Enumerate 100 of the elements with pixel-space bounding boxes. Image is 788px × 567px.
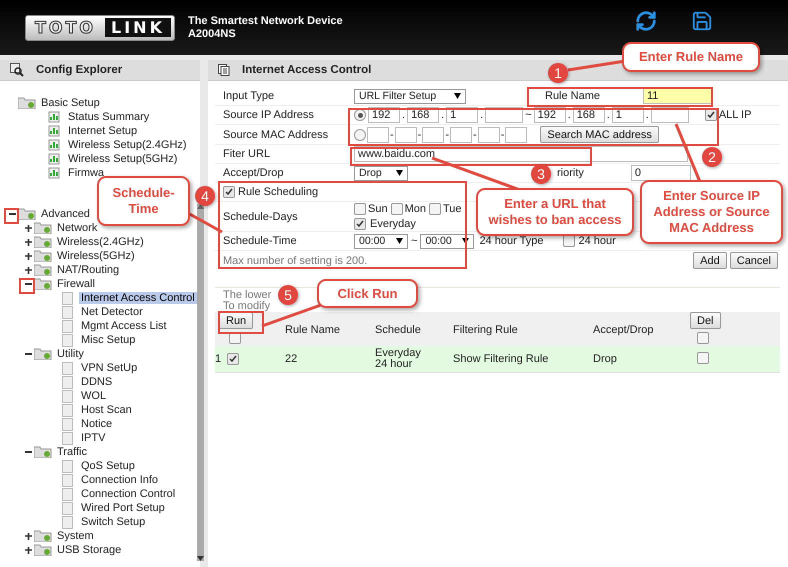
- toggle-icon[interactable]: [22, 532, 34, 540]
- scrollbar[interactable]: [196, 204, 204, 561]
- time-select[interactable]: 00:00: [420, 234, 474, 248]
- tree-item[interactable]: Net Detector: [79, 306, 145, 318]
- save-icon[interactable]: [691, 10, 713, 32]
- mac-octet-field[interactable]: [422, 126, 444, 142]
- toggle-icon[interactable]: [22, 238, 34, 246]
- callout: Schedule-Time: [97, 176, 190, 226]
- add-button[interactable]: Add: [693, 252, 727, 269]
- tree-item[interactable]: NAT/Routing: [55, 264, 122, 276]
- refresh-icon[interactable]: [635, 10, 657, 32]
- field-label: riority: [557, 167, 584, 179]
- tree-item[interactable]: Utility: [55, 348, 86, 360]
- tagline: The Smartest Network Device: [188, 14, 343, 28]
- checkbox-label: Sun: [368, 203, 388, 215]
- tree-item[interactable]: USB Storage: [55, 544, 124, 556]
- mac-octet-field[interactable]: [394, 126, 417, 142]
- tree-item[interactable]: Misc Setup: [79, 334, 138, 346]
- rule-name-field[interactable]: 11: [643, 88, 713, 104]
- checkbox[interactable]: [390, 203, 403, 215]
- tree-item[interactable]: Firmwa: [66, 167, 106, 179]
- checkbox[interactable]: [697, 332, 709, 344]
- cancel-button[interactable]: Cancel: [730, 252, 778, 269]
- tree-item[interactable]: Wireless(5GHz): [55, 250, 137, 262]
- tree-item[interactable]: DDNS: [79, 376, 114, 388]
- checkbox[interactable]: [227, 353, 240, 365]
- mac-octet-field[interactable]: [450, 126, 472, 142]
- tree-item[interactable]: Network: [55, 222, 100, 234]
- field-label: Schedule-Time: [215, 232, 352, 250]
- tree-item[interactable]: Status Summary: [66, 111, 152, 123]
- toggle-icon[interactable]: [22, 252, 34, 260]
- tree-item[interactable]: IPTV: [79, 432, 108, 444]
- field-label: Source IP Address: [215, 106, 352, 124]
- folder-icon: [34, 446, 52, 458]
- search-mac-button[interactable]: Search MAC address: [540, 126, 659, 143]
- mac-octet-field[interactable]: [367, 126, 389, 142]
- page-icon: [62, 502, 73, 514]
- input-type-select[interactable]: URL Filter Setup: [354, 88, 466, 104]
- tree-item[interactable]: Firewall: [55, 278, 97, 290]
- page-icon: [62, 488, 73, 500]
- tree-item[interactable]: Connection Control: [79, 488, 178, 500]
- tree-item[interactable]: Wired Port Setup: [79, 502, 167, 514]
- separator-text: -: [473, 128, 477, 140]
- mac-octet-field[interactable]: [478, 126, 500, 142]
- tree-item[interactable]: Mgmt Access List: [79, 320, 169, 332]
- checkbox[interactable]: [428, 203, 441, 215]
- highlight-frame: [4, 208, 19, 224]
- tree-item[interactable]: Wireless Setup(2.4GHz): [66, 139, 189, 151]
- toggle-icon[interactable]: [22, 266, 34, 274]
- tree-item[interactable]: Internet Access Control: [79, 292, 197, 304]
- page-icon: [48, 153, 60, 165]
- up-arrow-icon[interactable]: [196, 204, 204, 209]
- accept-drop-select[interactable]: Drop: [354, 166, 408, 180]
- tree-item[interactable]: Notice: [79, 418, 114, 430]
- url-field[interactable]: www.baidu.com: [354, 146, 688, 162]
- folder-icon: [18, 208, 36, 220]
- folder-icon: [34, 264, 52, 276]
- tree-item[interactable]: Host Scan: [79, 404, 134, 416]
- tree-item[interactable]: Connection Info: [79, 474, 160, 486]
- mac-octet-field[interactable]: [505, 126, 528, 142]
- checkbox[interactable]: [697, 352, 709, 364]
- toggle-icon[interactable]: [22, 546, 34, 554]
- radio-button[interactable]: [354, 128, 366, 140]
- down-arrow-icon[interactable]: [196, 556, 204, 561]
- delete-button[interactable]: Del: [690, 312, 721, 329]
- checkbox[interactable]: [223, 186, 235, 198]
- tree-item[interactable]: Advanced: [39, 208, 92, 220]
- tree-item[interactable]: Internet Setup: [66, 125, 140, 137]
- time-select[interactable]: 00:00: [354, 234, 408, 248]
- checkbox[interactable]: [354, 203, 366, 215]
- run-button[interactable]: Run: [219, 312, 254, 329]
- column-header: Accept/Drop: [593, 324, 655, 336]
- page-icon: [62, 516, 73, 528]
- tree-item[interactable]: QoS Setup: [79, 460, 137, 472]
- tree-item[interactable]: Wireless(2.4GHz): [55, 236, 146, 248]
- priority-field[interactable]: 0: [630, 165, 691, 181]
- checkbox-label: ALL IP: [718, 109, 752, 121]
- separator-text: .: [568, 109, 571, 121]
- panel-title: Internet Access Control: [242, 64, 372, 76]
- tree-item[interactable]: Wireless Setup(5GHz): [66, 153, 180, 165]
- tree-item[interactable]: Basic Setup: [39, 97, 102, 109]
- tree-item[interactable]: WOL: [79, 390, 108, 402]
- tree-item[interactable]: System: [55, 530, 96, 542]
- tree-item[interactable]: Traffic: [55, 446, 89, 458]
- panel-icon: [218, 64, 230, 76]
- leader-line: [674, 123, 702, 183]
- separator-text: .: [480, 109, 484, 121]
- checkbox[interactable]: [563, 235, 576, 247]
- tree-item[interactable]: Switch Setup: [79, 516, 148, 528]
- checkbox-label: 24 hour: [578, 235, 616, 247]
- tree-item[interactable]: VPN SetUp: [79, 362, 140, 374]
- toggle-icon[interactable]: [22, 224, 34, 232]
- checkbox[interactable]: [354, 218, 366, 230]
- separator-text: ~: [525, 109, 532, 121]
- checkbox[interactable]: [704, 109, 717, 121]
- highlight-frame: [218, 311, 264, 334]
- caret-icon: [462, 238, 470, 244]
- radio-button[interactable]: [354, 109, 366, 121]
- column-header: Filtering Rule: [453, 324, 519, 336]
- page-icon: [62, 460, 73, 472]
